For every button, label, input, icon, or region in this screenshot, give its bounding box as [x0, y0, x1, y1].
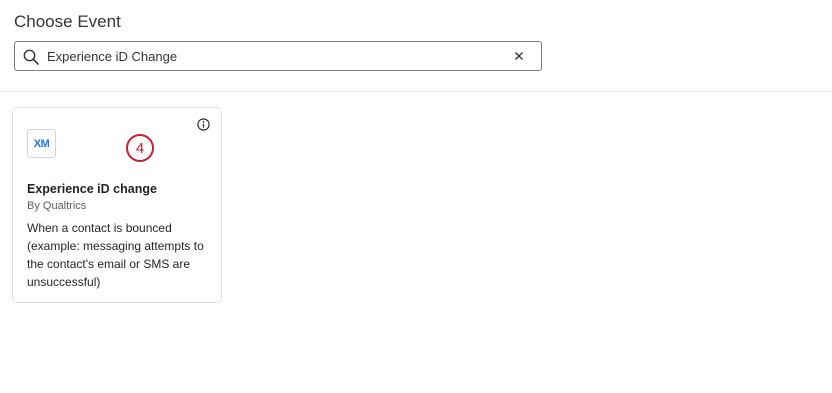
choose-event-page: Choose Event Experience iD Change XM 4 E…: [0, 0, 832, 393]
search-box[interactable]: Experience iD Change: [14, 41, 542, 71]
event-provider: By Qualtrics: [27, 200, 87, 212]
step-number-badge: 4: [126, 134, 154, 162]
divider: [0, 91, 832, 92]
qualtrics-xm-logo-icon: XM: [27, 129, 56, 158]
info-icon[interactable]: [197, 118, 210, 131]
event-card[interactable]: XM 4 Experience iD change By Qualtrics W…: [12, 107, 222, 303]
search-input[interactable]: Experience iD Change: [47, 49, 177, 65]
page-title: Choose Event: [14, 12, 121, 31]
close-icon[interactable]: [514, 51, 524, 61]
event-name: Experience iD change: [27, 182, 157, 196]
event-description: When a contact is bounced (example: mess…: [27, 221, 204, 289]
search-icon: [23, 49, 39, 65]
